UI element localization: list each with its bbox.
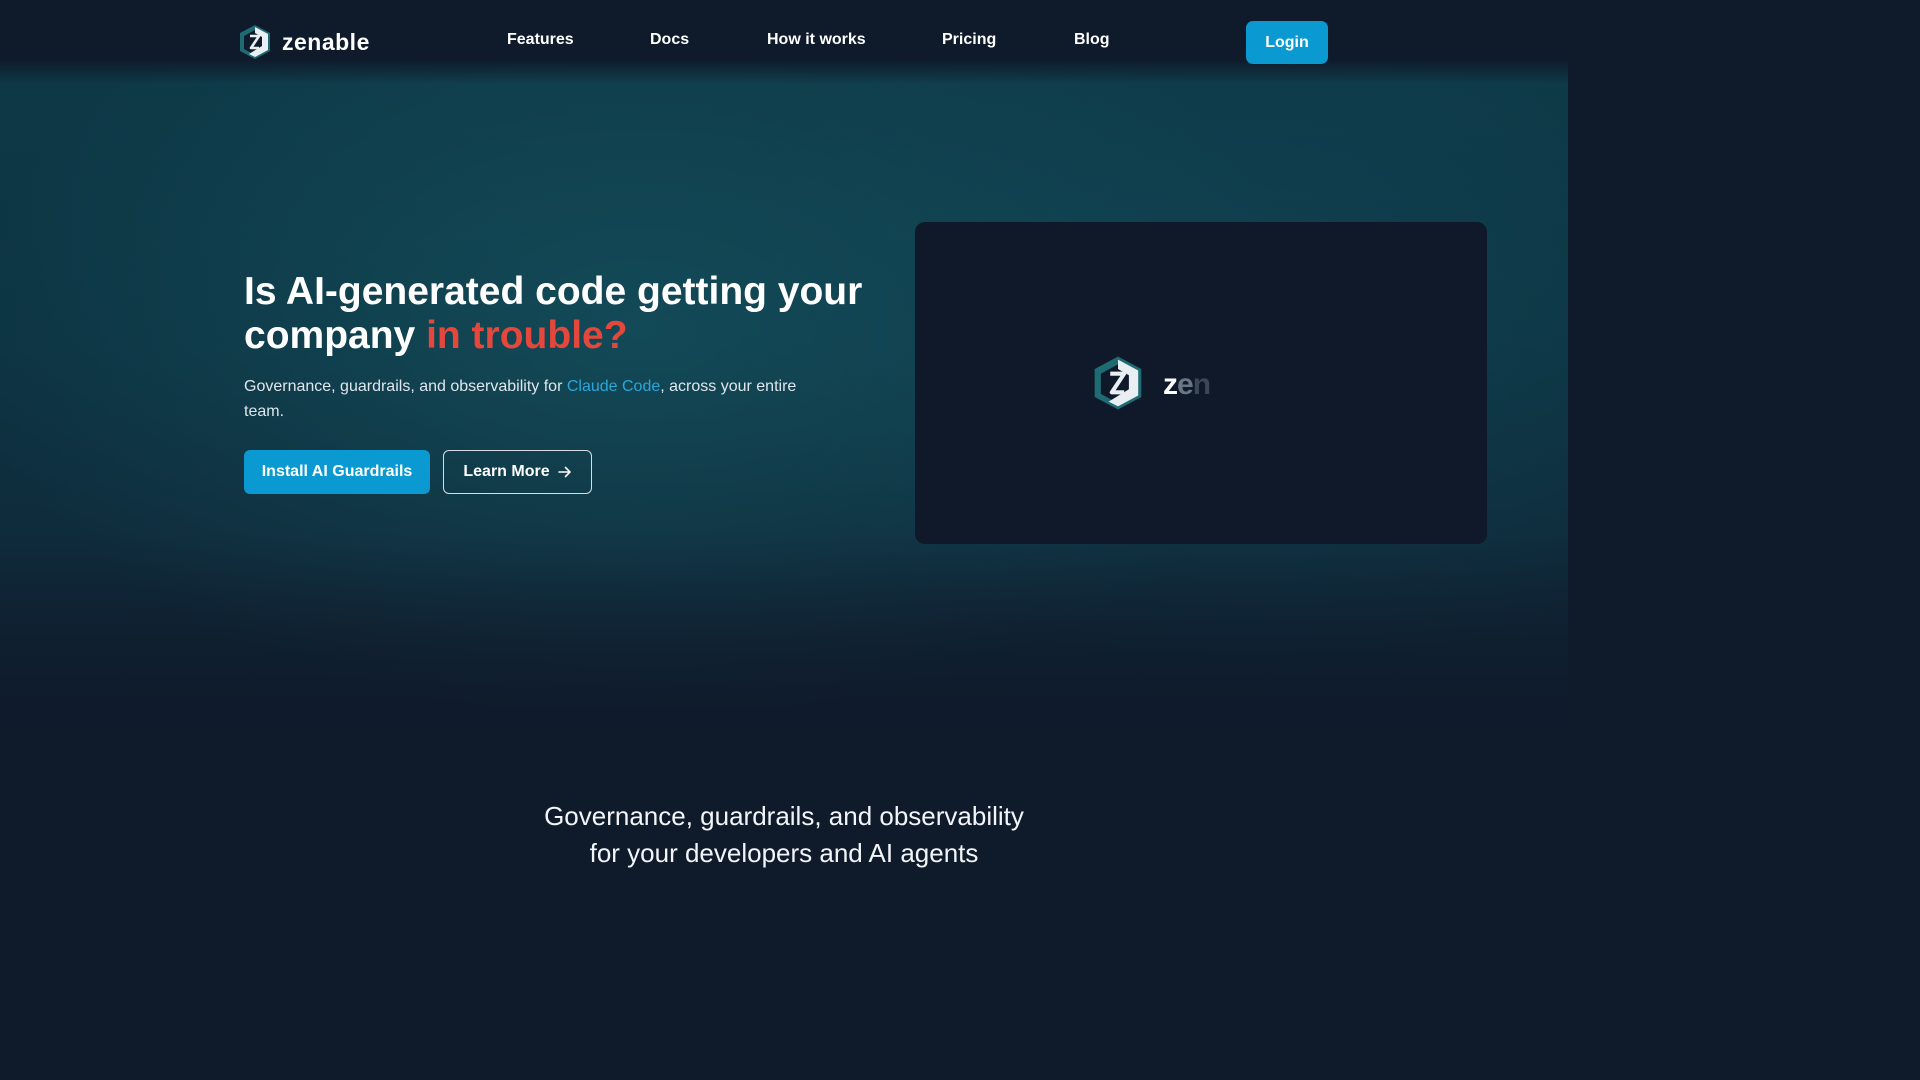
login-button[interactable]: Login — [1246, 21, 1328, 64]
preview-text-part3: n — [1192, 368, 1211, 401]
section-heading-line1: Governance, guardrails, and observabilit… — [544, 801, 1024, 831]
hero-title: Is AI-generated code getting your compan… — [244, 270, 904, 358]
nav-blog[interactable]: Blog — [1074, 31, 1110, 49]
claude-code-link[interactable]: Claude Code — [567, 378, 660, 395]
section-heading-line2: for your developers and AI agents — [589, 838, 979, 868]
arrow-right-icon — [557, 466, 571, 478]
hero-subtitle-before: Governance, guardrails, and observabilit… — [244, 378, 567, 395]
section-heading: Governance, guardrails, and observabilit… — [484, 798, 1084, 872]
video-preview-panel[interactable]: zen — [915, 222, 1487, 544]
zenable-logo-icon — [1094, 356, 1142, 410]
nav-docs[interactable]: Docs — [650, 31, 689, 49]
nav-features[interactable]: Features — [507, 31, 574, 49]
main-nav: Features Docs How it works Pricing Blog — [0, 31, 1568, 55]
site-header: zenable Features Docs How it works Prici… — [0, 0, 1568, 84]
nav-pricing[interactable]: Pricing — [942, 31, 996, 49]
hero-subtitle: Governance, guardrails, and observabilit… — [244, 375, 804, 424]
preview-text-part2: e — [1177, 368, 1194, 401]
learn-more-button[interactable]: Learn More — [443, 450, 592, 494]
preview-text-part1: z — [1163, 368, 1178, 401]
nav-how-it-works[interactable]: How it works — [767, 31, 866, 49]
install-ai-guardrails-button[interactable]: Install AI Guardrails — [244, 450, 430, 494]
learn-more-label: Learn More — [463, 463, 550, 480]
preview-brand-text: zen — [1163, 368, 1211, 402]
hero-title-accent: in trouble? — [426, 314, 628, 357]
